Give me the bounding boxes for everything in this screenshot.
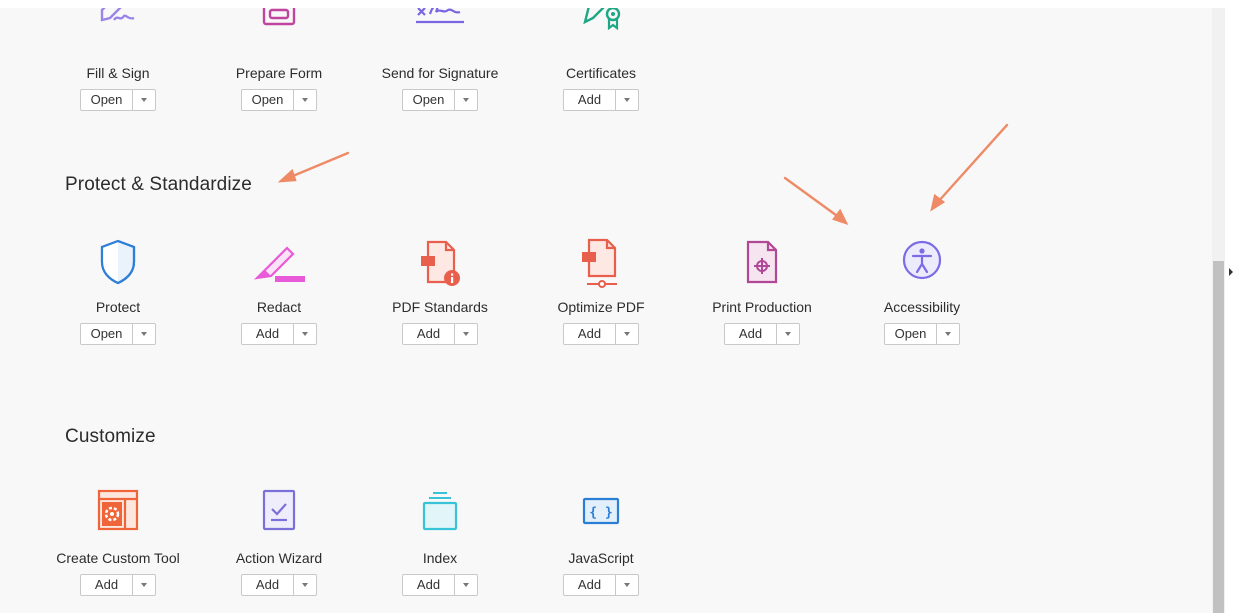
dropdown-caret-icon[interactable]: [293, 575, 316, 595]
tool-action-split[interactable]: Add: [241, 574, 317, 596]
add-button[interactable]: Add: [564, 324, 615, 344]
tool-label: Index: [422, 550, 458, 566]
open-button[interactable]: Open: [403, 90, 454, 110]
tool-accessibility[interactable]: Accessibility Open: [842, 234, 1002, 345]
section-title-protect-standardize: Protect & Standardize: [65, 174, 252, 195]
certificates-icon: [573, 8, 629, 56]
action-wizard-icon: [251, 485, 307, 541]
open-button[interactable]: Open: [81, 90, 132, 110]
tool-create-custom-tool[interactable]: Create Custom Tool Add: [38, 485, 198, 596]
add-button[interactable]: Add: [564, 575, 615, 595]
tool-label: Redact: [256, 299, 302, 315]
prepare-form-icon: [251, 8, 307, 56]
dropdown-caret-icon[interactable]: [936, 324, 959, 344]
tool-action-wizard[interactable]: Action Wizard Add: [199, 485, 359, 596]
tool-pdf-standards[interactable]: PDF Standards Add: [360, 234, 520, 345]
tool-label: Certificates: [565, 65, 637, 81]
tool-action-split[interactable]: Add: [563, 323, 639, 345]
tool-action-split[interactable]: Add: [402, 574, 478, 596]
redact-icon: [251, 234, 307, 290]
section-title-customize: Customize: [65, 426, 156, 447]
dropdown-caret-icon[interactable]: [776, 324, 799, 344]
tool-label: Create Custom Tool: [56, 550, 180, 566]
scrollbar-thumb[interactable]: [1213, 261, 1224, 613]
tools-pane: Fill & Sign Open Prepare Form Open Send: [0, 8, 1212, 613]
pdf-standards-icon: [412, 234, 468, 290]
index-icon: [412, 485, 468, 541]
custom-tool-icon: [90, 485, 146, 541]
tool-action-split[interactable]: Open: [80, 89, 156, 111]
tool-label: Accessibility: [883, 299, 961, 315]
tool-label: Optimize PDF: [557, 299, 645, 315]
tool-label: Print Production: [712, 299, 812, 315]
dropdown-caret-icon[interactable]: [615, 575, 638, 595]
tool-action-split[interactable]: Open: [241, 89, 317, 111]
tool-javascript[interactable]: { } JavaScript Add: [521, 485, 681, 596]
tool-label: Fill & Sign: [86, 65, 150, 81]
tool-action-split[interactable]: Add: [80, 574, 156, 596]
vertical-scrollbar[interactable]: [1212, 8, 1225, 613]
tool-label: Protect: [95, 299, 141, 315]
tool-action-split[interactable]: Add: [724, 323, 800, 345]
dropdown-caret-icon[interactable]: [132, 575, 155, 595]
dropdown-caret-icon[interactable]: [454, 575, 477, 595]
optimize-pdf-icon: [573, 234, 629, 290]
tool-action-split[interactable]: Open: [80, 323, 156, 345]
tool-prepare-form[interactable]: Prepare Form Open: [199, 8, 359, 111]
dropdown-caret-icon[interactable]: [454, 324, 477, 344]
tool-protect[interactable]: Protect Open: [38, 234, 198, 345]
tool-label: Send for Signature: [381, 65, 499, 81]
tool-print-production[interactable]: Print Production Add: [682, 234, 842, 345]
add-button[interactable]: Add: [81, 575, 132, 595]
add-button[interactable]: Add: [403, 575, 454, 595]
tool-redact[interactable]: Redact Add: [199, 234, 359, 345]
svg-text:{ }: { }: [589, 506, 612, 521]
tool-optimize-pdf[interactable]: Optimize PDF Add: [521, 234, 681, 345]
tool-label: JavaScript: [568, 550, 634, 566]
tool-action-split[interactable]: Add: [563, 574, 639, 596]
dropdown-caret-icon[interactable]: [132, 324, 155, 344]
tool-action-split[interactable]: Open: [884, 323, 960, 345]
tool-label: Action Wizard: [235, 550, 323, 566]
shield-icon: [90, 234, 146, 290]
add-button[interactable]: Add: [725, 324, 776, 344]
tool-fill-sign[interactable]: Fill & Sign Open: [38, 8, 198, 111]
expand-pane-arrow-icon[interactable]: [1226, 266, 1236, 278]
tool-send-for-signature[interactable]: Send for Signature Open: [360, 8, 520, 111]
tool-action-split[interactable]: Add: [563, 89, 639, 111]
print-production-icon: [734, 234, 790, 290]
tool-action-split[interactable]: Add: [402, 323, 478, 345]
open-button[interactable]: Open: [81, 324, 132, 344]
dropdown-caret-icon[interactable]: [293, 324, 316, 344]
tool-label: Prepare Form: [235, 65, 323, 81]
dropdown-caret-icon[interactable]: [132, 90, 155, 110]
send-signature-icon: [412, 8, 468, 56]
dropdown-caret-icon[interactable]: [454, 90, 477, 110]
dropdown-caret-icon[interactable]: [293, 90, 316, 110]
dropdown-caret-icon[interactable]: [615, 90, 638, 110]
add-button[interactable]: Add: [564, 90, 615, 110]
tool-action-split[interactable]: Open: [402, 89, 478, 111]
dropdown-caret-icon[interactable]: [615, 324, 638, 344]
add-button[interactable]: Add: [403, 324, 454, 344]
add-button[interactable]: Add: [242, 575, 293, 595]
tool-index[interactable]: Index Add: [360, 485, 520, 596]
open-button[interactable]: Open: [242, 90, 293, 110]
open-button[interactable]: Open: [885, 324, 936, 344]
javascript-icon: { }: [573, 485, 629, 541]
tool-label: PDF Standards: [392, 299, 488, 315]
accessibility-icon: [894, 234, 950, 290]
fill-sign-icon: [90, 8, 146, 56]
tool-certificates[interactable]: Certificates Add: [521, 8, 681, 111]
add-button[interactable]: Add: [242, 324, 293, 344]
tool-action-split[interactable]: Add: [241, 323, 317, 345]
